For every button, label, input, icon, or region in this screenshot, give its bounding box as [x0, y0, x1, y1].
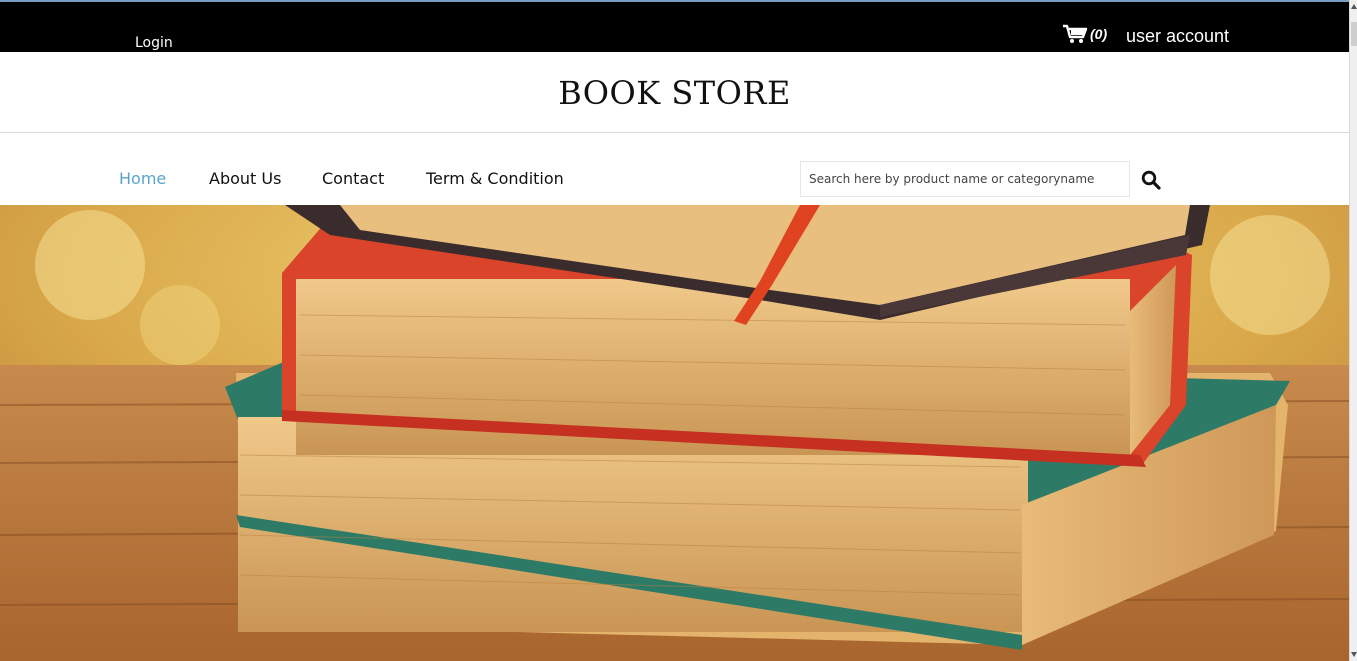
- search-input[interactable]: [800, 161, 1130, 197]
- cart-count: (0): [1090, 26, 1108, 42]
- scroll-thumb[interactable]: [1351, 22, 1357, 46]
- scroll-down-icon[interactable]: [1351, 650, 1357, 658]
- cart-icon: [1063, 24, 1088, 43]
- stack-of-books-image: [0, 205, 1349, 661]
- nav-item-contact[interactable]: Contact: [322, 169, 384, 188]
- hero-banner: [0, 205, 1349, 661]
- top-bar: Login (0) user account: [0, 2, 1349, 52]
- search-icon: [1141, 170, 1161, 190]
- vertical-scrollbar[interactable]: [1349, 0, 1357, 661]
- search-button[interactable]: [1140, 170, 1162, 192]
- login-link[interactable]: Login: [135, 35, 173, 51]
- site-header: BOOK STORE: [0, 52, 1349, 133]
- site-title[interactable]: BOOK STORE: [0, 74, 1349, 112]
- nav-item-home[interactable]: Home: [119, 169, 166, 188]
- main-nav: Home About Us Contact Term & Condition: [0, 133, 1349, 205]
- scroll-up-icon[interactable]: [1351, 3, 1357, 11]
- nav-item-about-us[interactable]: About Us: [209, 169, 281, 188]
- cart-button[interactable]: (0): [1062, 24, 1107, 44]
- user-account-link[interactable]: user account: [1126, 26, 1229, 47]
- nav-item-term-condition[interactable]: Term & Condition: [426, 169, 564, 188]
